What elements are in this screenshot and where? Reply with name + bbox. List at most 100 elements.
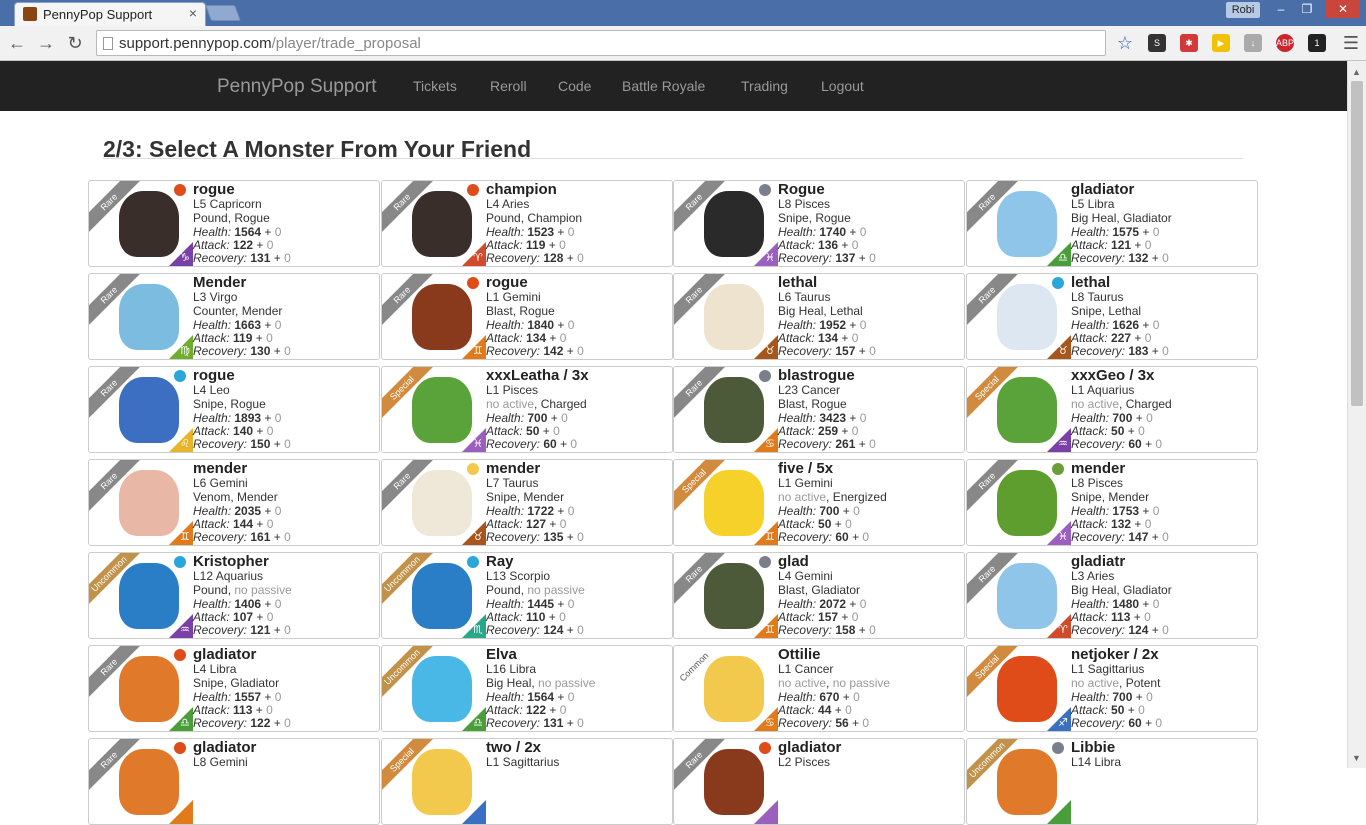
monster-card[interactable]: Rare ♎ gladiator L5 Libra Big Heal, Gladiato… [966, 180, 1258, 267]
health-bonus: 0 [561, 411, 568, 425]
monster-name: Mender [193, 274, 247, 291]
attack-value: 134 [818, 331, 839, 345]
monster-card[interactable]: Rare ♉ mender L7 Taurus Snipe, Mender Health:… [381, 459, 673, 546]
monster-card[interactable]: Uncommon Libbie L14 Libra [966, 738, 1258, 825]
close-window-icon[interactable]: ✕ [1326, 0, 1360, 18]
nav-logout[interactable]: Logout [821, 78, 864, 94]
separator: , [1119, 397, 1126, 411]
scroll-up-icon[interactable]: ▲ [1352, 67, 1361, 77]
health-value: 1626 [1112, 318, 1140, 332]
health-value: 2035 [234, 504, 262, 518]
browser-tab[interactable]: PennyPop Support × [14, 2, 206, 26]
passive-ability: no passive [527, 583, 585, 597]
nav-battle-royale[interactable]: Battle Royale [622, 78, 705, 94]
monster-card[interactable]: Uncommon ♎ Elva L16 Libra Big Heal, no passi… [381, 645, 673, 732]
browser-toolbar: ← → ↻ support.pennypop.com/player/trade_… [0, 26, 1366, 61]
monster-card[interactable]: Rare ♊ mender L6 Gemini Venom, Mender Health:… [88, 459, 380, 546]
download-icon[interactable]: ↓ [1244, 34, 1262, 52]
monster-card[interactable]: Uncommon ♏ Ray L13 Scorpio Pound, no passive… [381, 552, 673, 639]
monster-abilities: no active, Energized [778, 490, 887, 504]
monster-card[interactable]: Rare ♊ glad L4 Gemini Blast, Gladiator Health… [673, 552, 965, 639]
active-ability: no active [1071, 397, 1120, 411]
menu-icon[interactable]: ☰ [1340, 32, 1362, 54]
monster-card[interactable]: Rare ♑ rogue L5 Capricorn Pound, Rogue Health… [88, 180, 380, 267]
attack-value: 140 [233, 424, 254, 438]
attack-stat: Attack: 50 + 0 [1071, 703, 1145, 717]
monster-card[interactable]: Rare ♉ lethal L6 Taurus Big Heal, Lethal Heal… [673, 273, 965, 360]
monster-card[interactable]: Rare ♍ Mender L3 Virgo Counter, Mender Health… [88, 273, 380, 360]
health-value: 700 [819, 504, 840, 518]
reload-icon[interactable]: ↻ [64, 32, 86, 54]
separator: , [235, 304, 242, 318]
monster-card[interactable]: Rare ♓ Rogue L8 Pisces Snipe, Rogue Health: 1… [673, 180, 965, 267]
monster-level-sign: L1 Cancer [778, 662, 834, 676]
minimize-icon[interactable]: – [1268, 0, 1294, 18]
attack-stat: Attack: 127 + 0 [486, 517, 567, 531]
monster-card[interactable]: Special two / 2x L1 Sagittarius [381, 738, 673, 825]
monster-card[interactable]: Special ♓ xxxLeatha / 3x L1 Pisces no active… [381, 366, 673, 453]
tab-close-icon[interactable]: × [189, 5, 197, 21]
nav-tickets[interactable]: Tickets [413, 78, 457, 94]
zodiac-icon: ♓ [473, 438, 483, 450]
page-scrollbar[interactable]: ▲ ▼ [1347, 61, 1366, 768]
back-icon[interactable]: ← [6, 32, 28, 54]
new-tab-button[interactable] [205, 5, 241, 21]
monster-card[interactable]: Special ♒ xxxGeo / 3x L1 Aquarius no active,… [966, 366, 1258, 453]
extension-icon[interactable]: ✱ [1180, 34, 1198, 52]
monster-card[interactable]: Special ♊ five / 5x L1 Gemini no active, Ene… [673, 459, 965, 546]
monster-card[interactable]: Rare ♌ rogue L4 Leo Snipe, Rogue Health: 1893… [88, 366, 380, 453]
recovery-bonus: 0 [1162, 251, 1169, 265]
monster-level-sign: L8 Taurus [1071, 290, 1124, 304]
monster-card[interactable]: Rare ♉ lethal L8 Taurus Snipe, Lethal Health:… [966, 273, 1258, 360]
monster-card[interactable]: Special ♐ netjoker / 2x L1 Sagittarius no ac… [966, 645, 1258, 732]
address-bar[interactable]: support.pennypop.com/player/trade_propos… [96, 30, 1106, 56]
attack-stat: Attack: 136 + 0 [778, 238, 859, 252]
active-ability: Pound [486, 211, 521, 225]
recovery-stat: Recovery: 60 + 0 [486, 437, 578, 451]
nav-reroll[interactable]: Reroll [490, 78, 527, 94]
monster-card[interactable]: Rare ♓ mender L8 Pisces Snipe, Mender Health:… [966, 459, 1258, 546]
monster-card[interactable]: Rare gladiator L2 Pisces [673, 738, 965, 825]
brand-link[interactable]: PennyPop Support [217, 76, 377, 98]
attack-bonus: 0 [845, 517, 852, 531]
monster-card[interactable]: Rare ♋ blastrogue L23 Cancer Blast, Rogue Hea… [673, 366, 965, 453]
health-bonus: 0 [274, 225, 282, 239]
monster-avatar [704, 191, 764, 257]
zodiac-icon: ♎ [1058, 252, 1068, 264]
monster-card[interactable]: Rare gladiator L8 Gemini [88, 738, 380, 825]
bookmark-star-icon[interactable]: ☆ [1114, 32, 1136, 54]
recovery-bonus: 0 [869, 623, 876, 637]
passive-ability: no passive [234, 583, 292, 597]
health-value: 1480 [1112, 597, 1140, 611]
restore-icon[interactable]: ❐ [1294, 0, 1320, 18]
recovery-stat: Recovery: 142 + 0 [486, 344, 584, 358]
attack-value: 113 [233, 703, 253, 717]
monster-level-sign: L7 Taurus [486, 476, 539, 490]
scroll-down-icon[interactable]: ▼ [1352, 753, 1361, 763]
monster-card[interactable]: Uncommon ♒ Kristopher L12 Aquarius Pound, no… [88, 552, 380, 639]
extension-icon[interactable]: ▶ [1212, 34, 1230, 52]
attack-stat: Attack: 121 + 0 [1071, 238, 1152, 252]
nav-trading[interactable]: Trading [741, 78, 788, 94]
extension-icon[interactable]: S [1148, 34, 1166, 52]
passive-ability: Rogue [234, 211, 270, 225]
profile-button[interactable]: Robi [1226, 2, 1260, 18]
monster-card[interactable]: Common ♋ Ottilie L1 Cancer no active, no pas… [673, 645, 965, 732]
monster-avatar [704, 749, 764, 815]
monster-card[interactable]: Rare ♈ gladiatr L3 Aries Big Heal, Gladiator… [966, 552, 1258, 639]
health-label: Health: [193, 690, 232, 704]
zodiac-icon: ♋ [765, 438, 775, 450]
health-bonus: 0 [853, 690, 860, 704]
monster-avatar [997, 563, 1057, 629]
forward-icon[interactable]: → [35, 32, 57, 54]
monster-card[interactable]: Rare ♈ champion L4 Aries Pound, Champion Heal… [381, 180, 673, 267]
nav-code[interactable]: Code [558, 78, 591, 94]
scroll-thumb[interactable] [1351, 81, 1363, 406]
monster-name: blastrogue [778, 367, 855, 384]
monster-card[interactable]: Rare ♊ rogue L1 Gemini Blast, Rogue Health: 1… [381, 273, 673, 360]
monster-abilities: Big Heal, Gladiator [1071, 583, 1172, 597]
adblock-icon[interactable]: ABP [1276, 34, 1294, 52]
monster-card[interactable]: Rare ♎ gladiator L4 Libra Snipe, Gladiator He… [88, 645, 380, 732]
recovery-stat: Recovery: 56 + 0 [778, 716, 870, 730]
extension-icon[interactable]: 1 [1308, 34, 1326, 52]
